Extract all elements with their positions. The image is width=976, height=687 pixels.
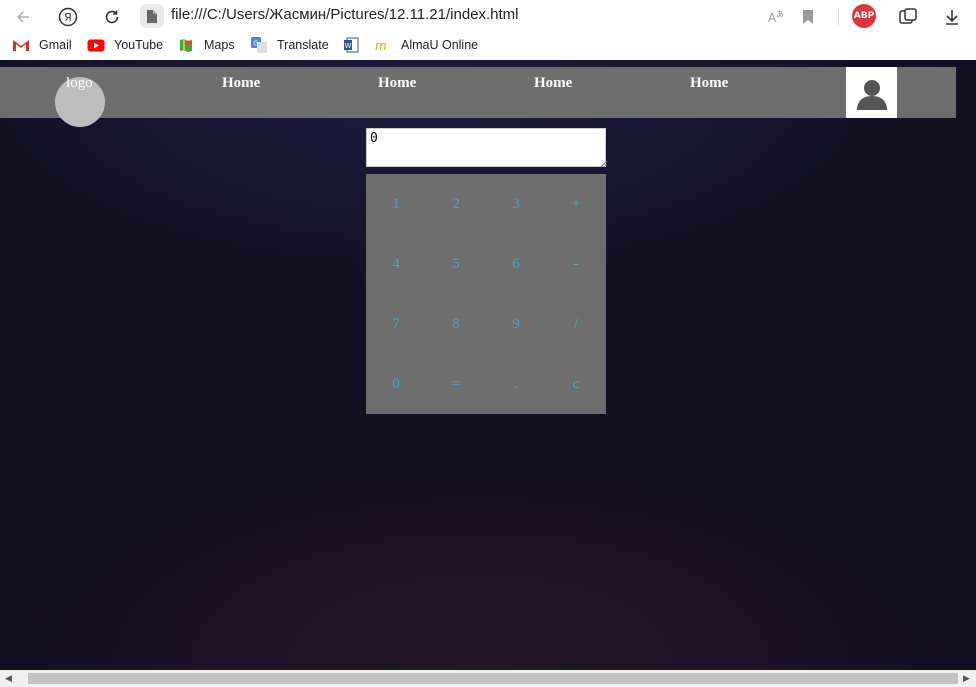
svg-text:Я: Я [64, 11, 72, 24]
logo[interactable]: logo [66, 75, 93, 92]
resize-grip-icon[interactable] [599, 159, 608, 168]
key-5[interactable]: 5 [426, 234, 486, 294]
calculator-keypad: 1 2 3 + 4 5 6 - 7 8 9 / 0 = . c [366, 174, 606, 414]
site-header: logo Home Home Home Home [0, 67, 956, 127]
nav-link-home-4[interactable]: Home [690, 75, 728, 92]
nav-link-home-1[interactable]: Home [222, 75, 260, 92]
key-1[interactable]: 1 [366, 174, 426, 234]
bookmark-almau[interactable]: m AlmaU Online [374, 38, 478, 52]
svg-text:あ: あ [776, 10, 784, 19]
bookmarks-bar: Gmail YouTube Maps G Translate W m AlmaU… [0, 36, 976, 60]
key-decimal[interactable]: . [486, 354, 546, 414]
bookmark-label: Gmail [39, 38, 72, 52]
bookmark-maps[interactable]: Maps [177, 38, 235, 52]
key-3[interactable]: 3 [486, 174, 546, 234]
key-7[interactable]: 7 [366, 294, 426, 354]
back-arrow-icon[interactable] [10, 4, 36, 30]
horizontal-scrollbar[interactable]: ◀ ▶ [0, 670, 976, 687]
almau-icon: m [374, 38, 392, 52]
maps-icon [177, 38, 195, 52]
key-equals[interactable]: = [426, 354, 486, 414]
file-icon[interactable] [140, 4, 164, 28]
key-minus[interactable]: - [546, 234, 606, 294]
svg-text:m: m [375, 39, 387, 52]
toolbar-divider [838, 8, 839, 26]
bookmark-youtube[interactable]: YouTube [87, 38, 163, 52]
bookmark-icon[interactable] [795, 4, 821, 30]
page-viewport: logo Home Home Home Home 0 1 2 3 + 4 5 6… [0, 60, 976, 670]
adblock-plus-icon[interactable]: ABP [852, 4, 876, 28]
bookmark-gmail[interactable]: Gmail [12, 38, 72, 52]
scroll-right-icon[interactable]: ▶ [963, 673, 970, 684]
svg-text:W: W [345, 42, 352, 50]
key-6[interactable]: 6 [486, 234, 546, 294]
bookmark-translate[interactable]: G Translate [250, 37, 329, 53]
translate-icon: G [250, 37, 268, 53]
gmail-icon [12, 38, 30, 52]
key-4[interactable]: 4 [366, 234, 426, 294]
key-0[interactable]: 0 [366, 354, 426, 414]
browser-toolbar: Я file:///C:/Users/Жасмин/Pictures/12.11… [0, 0, 976, 34]
reload-icon[interactable] [99, 4, 125, 30]
download-icon[interactable] [939, 4, 965, 30]
yandex-icon[interactable]: Я [55, 4, 81, 30]
key-2[interactable]: 2 [426, 174, 486, 234]
user-avatar-icon [856, 79, 887, 110]
key-clear[interactable]: c [546, 354, 606, 414]
key-8[interactable]: 8 [426, 294, 486, 354]
word-doc-icon: W [342, 37, 360, 53]
bookmark-label: Maps [204, 38, 235, 52]
bookmark-word-doc[interactable]: W [342, 37, 369, 53]
nav-link-home-2[interactable]: Home [378, 75, 416, 92]
svg-text:G: G [253, 40, 258, 48]
avatar[interactable] [846, 67, 897, 118]
address-bar[interactable]: file:///C:/Users/Жасмин/Pictures/12.11.2… [171, 6, 519, 23]
nav-link-home-3[interactable]: Home [534, 75, 572, 92]
translate-page-icon[interactable]: Aあ [763, 4, 789, 30]
key-9[interactable]: 9 [486, 294, 546, 354]
key-plus[interactable]: + [546, 174, 606, 234]
scroll-left-icon[interactable]: ◀ [5, 673, 12, 684]
calculator-display[interactable]: 0 [366, 128, 606, 167]
scrollbar-thumb[interactable] [28, 673, 958, 684]
key-divide[interactable]: / [546, 294, 606, 354]
bookmark-label: AlmaU Online [401, 38, 479, 52]
bookmark-label: Translate [277, 38, 329, 52]
collections-icon[interactable] [895, 4, 921, 30]
youtube-icon [87, 38, 105, 52]
bookmark-label: YouTube [114, 38, 164, 52]
